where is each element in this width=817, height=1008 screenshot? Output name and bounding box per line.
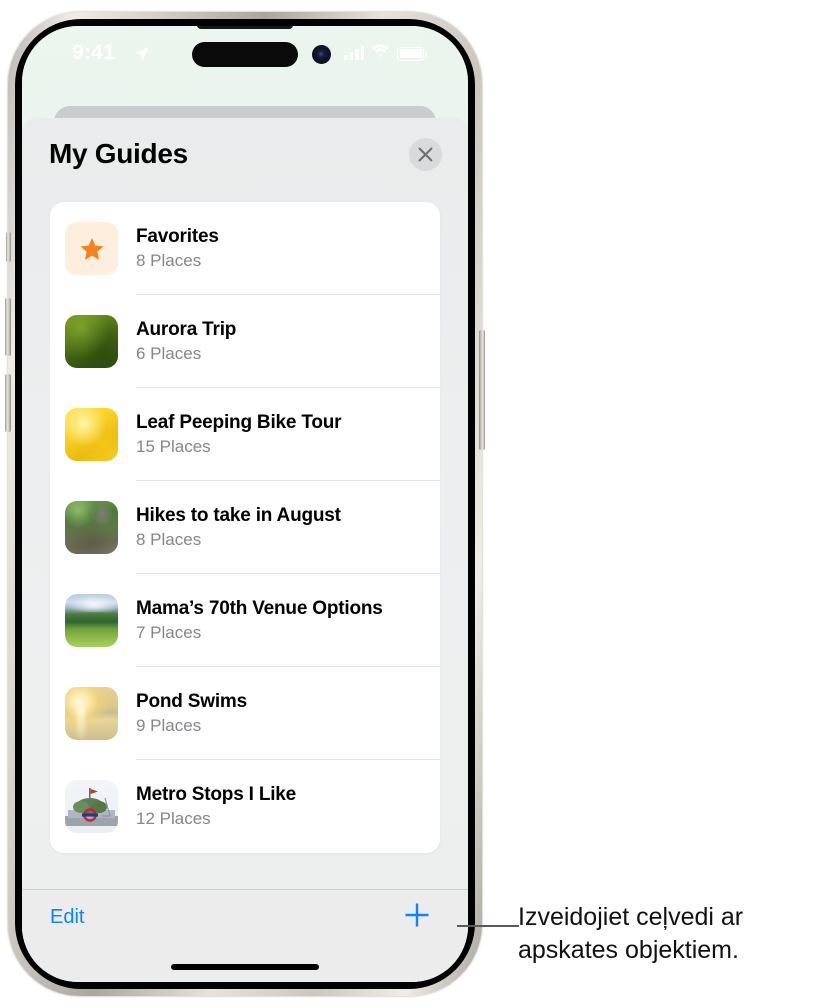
guide-row[interactable]: Favorites 8 Places (50, 202, 440, 295)
guide-title: Hikes to take in August (136, 505, 341, 527)
page-title: My Guides (49, 138, 188, 169)
forest-trail-thumbnail (65, 501, 118, 554)
guide-row[interactable]: Aurora Trip 6 Places (50, 295, 440, 388)
guide-row[interactable]: Leaf Peeping Bike Tour 15 Places (50, 388, 440, 481)
guide-title: Mama’s 70th Venue Options (136, 598, 383, 620)
guide-place-count: 12 Places (136, 809, 211, 829)
guide-place-count: 15 Places (136, 437, 211, 457)
guide-title: Metro Stops I Like (136, 784, 297, 806)
power-button[interactable] (479, 330, 485, 450)
edit-button[interactable]: Edit (50, 906, 84, 929)
wifi-icon (371, 44, 390, 63)
guide-title: Favorites (136, 226, 219, 248)
guide-row[interactable]: Metro Stops I Like 12 Places (50, 760, 440, 853)
sunset-water-thumbnail (65, 687, 118, 740)
iphone-device: 9:41 My Guides Favorites 8 Places Aurora… (5, 12, 485, 996)
guide-title: Pond Swims (136, 691, 247, 713)
guide-place-count: 6 Places (136, 344, 202, 364)
volume-up-button[interactable] (5, 298, 11, 356)
guide-row[interactable]: Pond Swims 9 Places (50, 667, 440, 760)
plus-icon (400, 903, 434, 935)
cellular-bars-icon (344, 46, 364, 60)
close-icon (418, 147, 433, 162)
guide-row[interactable]: Hikes to take in August 8 Places (50, 481, 440, 574)
guide-row-text: Metro Stops I Like 12 Places (136, 783, 296, 829)
earpiece-speaker (197, 26, 293, 29)
device-screen: 9:41 My Guides Favorites 8 Places Aurora… (22, 26, 468, 982)
location-arrow-icon (134, 46, 150, 62)
green-field-thumbnail (65, 315, 118, 368)
sheet-header: My Guides (22, 118, 468, 192)
status-bar-time: 9:41 (72, 41, 116, 64)
home-indicator[interactable] (171, 964, 319, 970)
monument-thumbnail (65, 780, 118, 833)
front-camera-icon (312, 45, 331, 64)
callout-label: Izveidojiet ceļvedi ar apskates objektie… (518, 903, 744, 965)
guide-row-text: Pond Swims 9 Places (136, 690, 247, 736)
guide-row-text: Favorites 8 Places (136, 225, 219, 271)
guide-title: Leaf Peeping Bike Tour (136, 412, 342, 434)
guide-row-text: Hikes to take in August 8 Places (136, 504, 341, 550)
guides-list: Favorites 8 Places Aurora Trip 6 Places Leaf… (50, 202, 440, 853)
dynamic-island (192, 42, 298, 67)
close-button[interactable] (409, 138, 442, 171)
silent-switch[interactable] (6, 232, 11, 262)
add-guide-button[interactable] (400, 898, 434, 932)
meadow-thumbnail (65, 594, 118, 647)
guide-place-count: 9 Places (136, 716, 202, 736)
guide-row-text: Aurora Trip 6 Places (136, 318, 236, 364)
star-thumbnail (65, 222, 118, 275)
guide-row-text: Mama’s 70th Venue Options 7 Places (136, 597, 383, 643)
callout-leader-line (457, 925, 519, 927)
guide-place-count: 7 Places (136, 623, 202, 643)
guide-row[interactable]: Mama’s 70th Venue Options 7 Places (50, 574, 440, 667)
volume-down-button[interactable] (5, 374, 11, 432)
guide-title: Aurora Trip (136, 319, 237, 341)
guide-place-count: 8 Places (136, 530, 202, 550)
yellow-leaves-thumbnail (65, 408, 118, 461)
my-guides-sheet: My Guides Favorites 8 Places Aurora Trip 6 … (22, 118, 468, 982)
status-bar-indicators (344, 44, 427, 63)
battery-icon (397, 46, 427, 61)
guide-place-count: 8 Places (136, 251, 202, 271)
guide-row-text: Leaf Peeping Bike Tour 15 Places (136, 411, 342, 457)
bottom-toolbar: Edit (22, 889, 468, 982)
